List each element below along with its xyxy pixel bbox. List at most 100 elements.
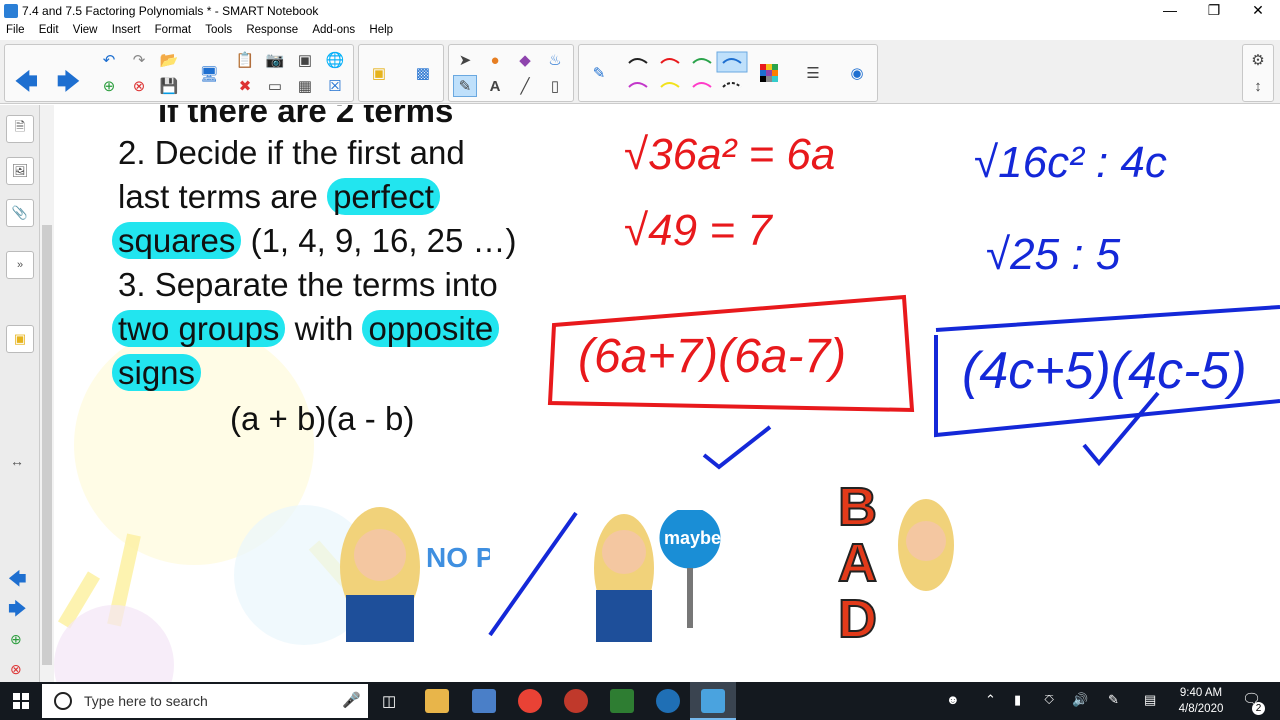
menu-file[interactable]: File <box>0 22 30 36</box>
fill-icon[interactable]: ♨ <box>543 49 567 71</box>
window-title: 7.4 and 7.5 Factoring Polynomials * - SM… <box>22 4 319 18</box>
gallery-icon[interactable]: 🖼 <box>6 157 34 185</box>
file-explorer-icon[interactable] <box>425 689 449 713</box>
menu-bar: File Edit View Insert Format Tools Respo… <box>0 22 1280 40</box>
ink-red-box <box>547 294 915 413</box>
toolbar-group-pen-styles: ✎ ☰ ◉ <box>578 44 878 102</box>
full-screen-icon[interactable]: ▭ <box>263 75 287 97</box>
addons-puzzle-icon[interactable]: ▩ <box>411 62 435 84</box>
line-thickness-icon[interactable]: ☰ <box>801 62 825 84</box>
side-panel: 🗎 🖼 📎 » ▣ ↔ 🡄 🡆 ⊕ ⊗ <box>0 105 40 682</box>
scrollbar-thumb[interactable] <box>42 225 52 665</box>
toolbar-group-addons: ▣ ▩ <box>358 44 444 102</box>
microphone-icon[interactable]: 🎤 <box>342 691 361 709</box>
windows-start-icon[interactable] <box>13 693 29 709</box>
pen-type-icon[interactable]: ✎ <box>587 62 611 84</box>
restore-button[interactable]: ❐ <box>1192 0 1236 22</box>
toolbar-group-settings: ⚙ ↕ <box>1242 44 1274 102</box>
battery-icon[interactable]: ▮ <box>1014 692 1021 708</box>
app-icon-1[interactable] <box>472 689 496 713</box>
usb-icon[interactable]: ⎏ <box>1044 692 1054 708</box>
redo-icon[interactable]: ↷ <box>127 49 151 71</box>
display-icon[interactable]: 🖥 <box>197 63 221 85</box>
search-placeholder: Type here to search <box>84 693 208 709</box>
ink-check-1 <box>702 425 772 470</box>
bad-letter-b: B <box>838 477 877 537</box>
eraser-pen-icon[interactable]: ◆ <box>513 49 537 71</box>
ink-check-2 <box>1082 391 1160 467</box>
eraser-icon[interactable]: ▯ <box>543 75 567 97</box>
addons-panel-icon[interactable]: ▣ <box>6 325 34 353</box>
menu-edit[interactable]: Edit <box>33 22 64 36</box>
pens-icon[interactable]: ✎ <box>453 75 477 97</box>
taskbar-clock[interactable]: 9:40 AM 4/8/2020 <box>1176 685 1226 717</box>
app-icon-2[interactable] <box>564 689 588 713</box>
shapes-icon[interactable]: ● <box>483 49 507 71</box>
app-icon-4[interactable] <box>656 689 680 713</box>
no-prob-text: NO PROB <box>426 542 490 573</box>
next-page-icon[interactable]: 🡆 <box>57 65 80 103</box>
resize-panel-icon[interactable]: ↔ <box>10 453 24 469</box>
delete-icon[interactable]: ✖ <box>233 75 257 97</box>
search-icon <box>54 692 72 710</box>
maybe-sticker: maybe <box>594 510 724 642</box>
page-sorter-icon[interactable]: 🗎 <box>6 115 34 143</box>
sidebar-previous-icon[interactable]: 🡄 <box>8 567 27 597</box>
menu-tools[interactable]: Tools <box>199 22 237 36</box>
pen-color-swatches[interactable] <box>623 51 751 97</box>
sidebar-delete-page-icon[interactable]: ⊗ <box>10 661 22 678</box>
attachments-icon[interactable]: 📎 <box>6 199 34 227</box>
close-button[interactable]: ✕ <box>1236 0 1280 22</box>
screen-shade-icon[interactable]: ▣ <box>293 49 317 71</box>
add-page-icon[interactable]: ⊕ <box>97 75 121 97</box>
color-palette-icon[interactable] <box>757 62 781 84</box>
notebook-page-canvas[interactable]: If there are 2 terms 2. Decide if the fi… <box>54 105 1280 682</box>
smart-notebook-app-icon <box>4 4 18 18</box>
text-icon[interactable]: A <box>483 75 507 97</box>
paste-icon[interactable]: 📋 <box>233 49 257 71</box>
document-camera-icon[interactable]: 🌐 <box>323 49 347 71</box>
menu-insert[interactable]: Insert <box>106 22 146 36</box>
chrome-icon[interactable] <box>518 689 542 713</box>
minimize-button[interactable]: — <box>1148 0 1192 22</box>
maybe-text: maybe <box>664 528 721 548</box>
smart-notebook-taskbar-button[interactable] <box>690 682 736 720</box>
delete-page-icon[interactable]: ⊗ <box>127 75 151 97</box>
properties-icon[interactable]: » <box>6 251 34 279</box>
menu-help[interactable]: Help <box>363 22 398 36</box>
no-prob-sticker: NO PROB <box>340 507 490 642</box>
transparency-icon[interactable]: ◉ <box>845 62 869 84</box>
menu-addons[interactable]: Add-ons <box>306 22 360 36</box>
select-pointer-icon[interactable]: ➤ <box>453 49 477 71</box>
pen-workspace-icon[interactable]: ✎ <box>1108 692 1119 708</box>
people-icon[interactable]: ☻ <box>946 692 960 707</box>
sidebar-next-icon[interactable]: 🡆 <box>8 597 27 627</box>
open-file-icon[interactable]: 📂 <box>157 49 181 71</box>
show-hidden-icons[interactable]: ⌃ <box>985 692 996 708</box>
bad-sticker: B A D <box>837 476 954 641</box>
taskbar-search-box[interactable]: Type here to search 🎤 <box>42 684 368 718</box>
settings-gear-icon[interactable]: ⚙ <box>1246 49 1270 71</box>
network-icon[interactable]: ▤ <box>1144 692 1156 708</box>
windows-taskbar: Type here to search 🎤 ◫ ☻ ⌃ ▮ ⎏ 🔊 ✎ ▤ 9:… <box>0 682 1280 720</box>
app-icon-3[interactable] <box>610 689 634 713</box>
menu-view[interactable]: View <box>67 22 103 36</box>
ink-blue-box <box>934 305 1280 438</box>
vertical-scrollbar[interactable] <box>40 105 54 682</box>
sidebar-add-page-icon[interactable]: ⊕ <box>10 631 22 648</box>
menu-format[interactable]: Format <box>149 22 196 36</box>
close-view-icon[interactable]: ☒ <box>323 75 347 97</box>
undo-icon[interactable]: ↶ <box>97 49 121 71</box>
previous-page-icon[interactable]: 🡄 <box>15 65 38 103</box>
volume-icon[interactable]: 🔊 <box>1072 692 1088 708</box>
toolbar-group-page: 🡄 🡆 ↶ ↷ 📂 ⊕ ⊗ 💾 🖥 📋 📷 ▣ 🌐 ✖ ▭ ▦ ☒ <box>4 44 354 102</box>
table-icon[interactable]: ▦ <box>293 75 317 97</box>
task-view-icon[interactable]: ◫ <box>382 692 396 710</box>
lesson-activity-icon[interactable]: ▣ <box>367 62 391 84</box>
notification-count: 2 <box>1252 702 1265 715</box>
save-icon[interactable]: 💾 <box>157 75 181 97</box>
screen-capture-icon[interactable]: 📷 <box>263 49 287 71</box>
menu-response[interactable]: Response <box>240 22 303 36</box>
line-icon[interactable]: ╱ <box>513 75 537 97</box>
move-toolbar-icon[interactable]: ↕ <box>1246 75 1270 97</box>
